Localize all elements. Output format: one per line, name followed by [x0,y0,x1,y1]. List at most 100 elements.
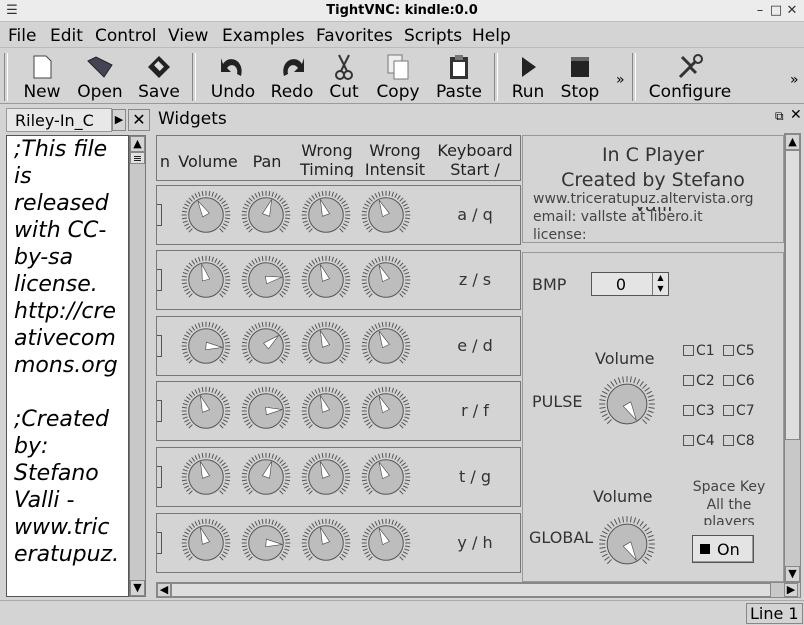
widgets-close-icon[interactable]: ✕ [790,107,802,123]
toolbar-grip[interactable] [4,53,8,101]
toolbar-grip-2[interactable] [192,53,196,101]
row-toggle[interactable] [157,400,162,422]
cut-button[interactable]: Cut [322,52,366,102]
pan-knob[interactable] [239,384,293,442]
scroll-up-icon[interactable]: ▲ [130,136,145,152]
redo-button[interactable]: Redo [264,52,320,102]
minimize-icon[interactable]: – [752,3,768,19]
wrong-intensity-knob[interactable] [359,188,413,246]
wrong-intensity-knob[interactable] [359,384,413,442]
widgets-scroll-left-icon[interactable]: ◀ [157,583,171,597]
menu-view[interactable]: View [168,26,208,46]
widgets-vertical-scrollbar[interactable]: ▲ ▼ [784,133,801,583]
wrong-timing-knob[interactable] [299,516,353,574]
paste-button[interactable]: Paste [432,52,486,102]
script-vertical-scrollbar[interactable]: ▲ ≡ ▼ [129,135,146,597]
wrong-timing-knob[interactable] [299,253,353,311]
volume-knob[interactable] [179,319,233,377]
scroll-thumb[interactable]: ≡ [130,152,145,165]
checkbox-box[interactable] [723,375,734,386]
row-toggle[interactable] [157,532,162,554]
menu-favorites[interactable]: Favorites [316,26,393,46]
wrong-timing-knob[interactable] [299,188,353,246]
wrong-intensity-knob[interactable] [359,253,413,311]
checkbox-c4[interactable]: C4 [683,433,715,449]
widgets-scroll-down-icon[interactable]: ▼ [785,566,800,582]
menu-help[interactable]: Help [472,26,511,46]
wrong-timing-knob[interactable] [299,450,353,508]
row-toggle[interactable] [157,466,162,488]
bmp-spinbox[interactable]: 0 ▲ ▼ [591,272,669,296]
checkbox-box[interactable] [723,405,734,416]
widgets-scroll-right-icon[interactable]: ▶ [784,583,798,597]
row-toggle[interactable] [157,204,162,226]
tab-scroll-right-icon[interactable]: ▶ [112,109,126,131]
widgets-hscroll-thumb[interactable] [171,583,771,597]
wrong-timing-knob[interactable] [299,319,353,377]
checkbox-box[interactable] [683,405,694,416]
checkbox-c6[interactable]: C6 [723,373,755,389]
checkbox-c3[interactable]: C3 [683,403,715,419]
checkbox-c2[interactable]: C2 [683,373,715,389]
on-button[interactable]: On [692,535,754,563]
new-button[interactable]: New [14,52,70,102]
checkbox-box[interactable] [683,435,694,446]
toolbar-overflow-1[interactable]: » [616,72,625,88]
volume-knob[interactable] [179,188,233,246]
checkbox-box[interactable] [723,435,734,446]
script-text-editor[interactable]: ;This file is released with CC-by-sa license… [6,135,129,597]
checkbox-box[interactable] [683,345,694,356]
wrong-intensity-knob[interactable] [359,516,413,574]
bmp-up-icon[interactable]: ▲ [652,273,668,284]
wrong-timing-knob[interactable] [299,384,353,442]
pan-knob[interactable] [239,319,293,377]
toolbar-overflow-2[interactable]: » [790,72,799,88]
stop-button[interactable]: Stop [556,52,604,102]
save-button[interactable]: Save [132,52,186,102]
undo-button[interactable]: Undo [204,52,262,102]
open-button[interactable]: Open [72,52,128,102]
menu-scripts[interactable]: Scripts [404,26,462,46]
volume-knob[interactable] [179,253,233,311]
window-titlebar[interactable]: ☰ TightVNC: kindle:0.0 – □ ✕ [0,0,804,22]
toolbar-grip-3[interactable] [494,53,498,101]
pan-knob[interactable] [239,253,293,311]
run-button[interactable]: Run [506,52,550,102]
copy-button[interactable]: Copy [372,52,424,102]
script-tab[interactable]: Riley-In_C [6,108,112,132]
row-toggle[interactable] [157,269,162,291]
widgets-scroll-thumb[interactable] [785,150,800,440]
checkbox-c8[interactable]: C8 [723,433,755,449]
pan-knob[interactable] [239,450,293,508]
maximize-icon[interactable]: □ [768,3,784,19]
menu-file[interactable]: File [8,26,36,46]
checkbox-box[interactable] [723,345,734,356]
volume-knob[interactable] [179,450,233,508]
checkbox-c7[interactable]: C7 [723,403,755,419]
wrong-intensity-knob[interactable] [359,319,413,377]
pan-knob[interactable] [239,188,293,246]
menu-control[interactable]: Control [95,26,156,46]
checkbox-c1[interactable]: C1 [683,343,715,359]
configure-button[interactable]: Configure [644,52,736,102]
float-icon[interactable]: ⧉ [775,109,784,124]
global-volume-knob[interactable] [596,513,658,579]
toolbar-grip-4[interactable] [632,53,636,101]
undo-icon [204,52,262,82]
scroll-down-icon[interactable]: ▼ [130,580,145,596]
menu-edit[interactable]: Edit [50,26,83,46]
close-tab-icon[interactable]: ✕ [128,109,150,131]
widgets-scroll-up-icon[interactable]: ▲ [785,134,800,150]
bmp-down-icon[interactable]: ▼ [652,284,668,295]
checkbox-box[interactable] [683,375,694,386]
volume-knob[interactable] [179,384,233,442]
row-toggle[interactable] [157,335,162,357]
wrong-intensity-knob[interactable] [359,450,413,508]
pulse-volume-knob[interactable] [596,373,658,439]
widgets-horizontal-scrollbar[interactable]: ◀ ▶ [156,582,801,598]
menu-examples[interactable]: Examples [222,26,305,46]
checkbox-c5[interactable]: C5 [723,343,755,359]
close-icon[interactable]: ✕ [784,3,800,19]
volume-knob[interactable] [179,516,233,574]
pan-knob[interactable] [239,516,293,574]
